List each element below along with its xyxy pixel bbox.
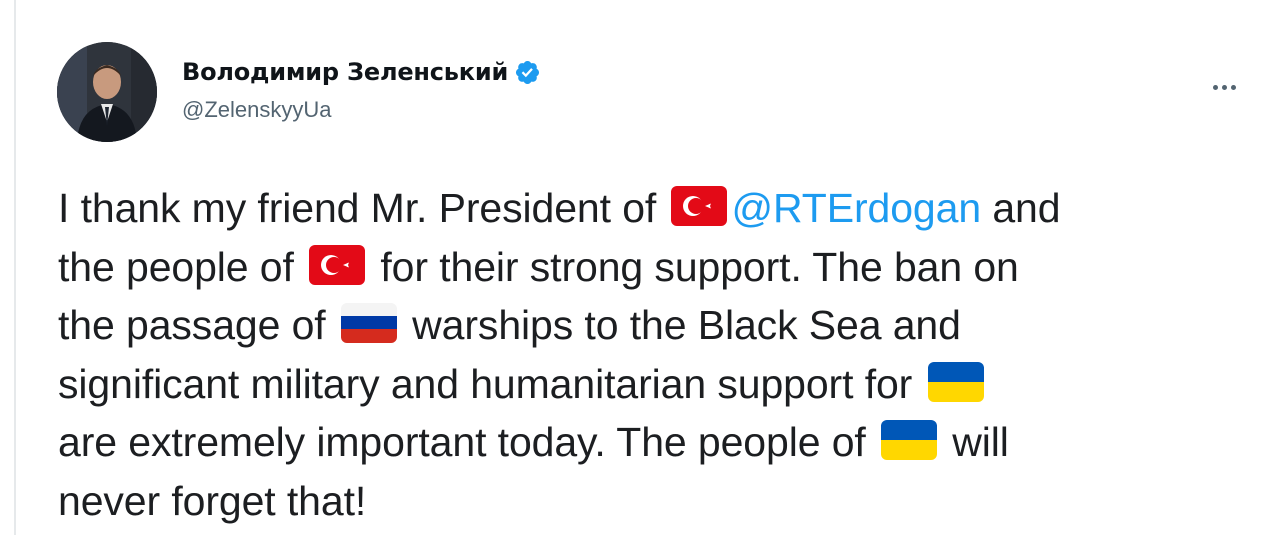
turkey-flag-icon	[309, 244, 366, 285]
more-dot-icon	[1212, 84, 1218, 90]
tweet-text-segment: are extremely important today. The peopl…	[58, 419, 877, 465]
tweet-text-segment: I thank my friend Mr. President of	[58, 185, 668, 231]
ukraine-flag-icon	[880, 420, 937, 460]
tweet-card: Володимир Зеленський @ZelenskyyUa I than…	[0, 0, 1280, 535]
author-display-name[interactable]: Володимир Зеленський	[182, 58, 508, 86]
more-dot-icon	[1221, 84, 1227, 90]
tweet-text-segment: never forget that!	[58, 477, 367, 524]
tweet-line: significant military and humanitarian su…	[58, 355, 1258, 414]
author-name-row[interactable]: Володимир Зеленський	[182, 55, 541, 89]
more-options-button[interactable]	[1204, 77, 1244, 97]
more-dot-icon	[1230, 84, 1236, 90]
avatar-image	[57, 42, 157, 142]
mention-link[interactable]: @RTErdogan	[731, 185, 981, 231]
tweet-text: I thank my friend Mr. President of @RTEr…	[58, 179, 1258, 530]
tweet-text-segment: and	[981, 185, 1061, 231]
russia-flag-icon	[340, 303, 397, 343]
ukraine-flag-icon	[927, 361, 984, 402]
tweet-line: the people of for their strong support. …	[58, 238, 1258, 297]
tweet-text-segment: warships to the Black Sea and	[400, 302, 961, 348]
tweet-text-segment: the people of	[58, 243, 306, 290]
tweet-line: are extremely important today. The peopl…	[58, 413, 1258, 472]
tweet-text-segment: significant military and humanitarian su…	[58, 360, 924, 407]
turkey-flag-icon	[671, 186, 728, 226]
tweet-line: never forget that!	[58, 472, 1258, 531]
tweet-line: I thank my friend Mr. President of @RTEr…	[58, 179, 1258, 238]
verified-badge-icon	[516, 60, 540, 84]
tweet-text-segment: will	[940, 419, 1009, 465]
author-handle[interactable]: @ZelenskyyUa	[182, 97, 332, 123]
avatar[interactable]	[57, 42, 157, 142]
tweet-text-segment: for their strong support. The ban on	[369, 243, 1019, 290]
tweet-text-segment: the passage of	[58, 302, 337, 348]
tweet-line: the passage of warships to the Black Sea…	[58, 296, 1258, 355]
left-divider	[14, 0, 16, 535]
